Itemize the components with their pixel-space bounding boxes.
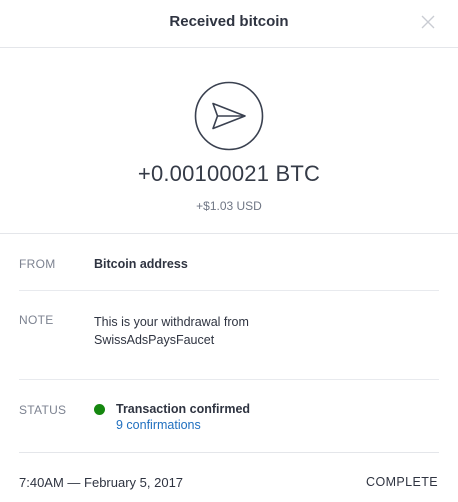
from-row: FROM Bitcoin address <box>19 234 439 291</box>
btc-amount: +0.00100021 BTC <box>137 161 321 186</box>
note-line-1: This is your withdrawal from <box>94 315 249 329</box>
amount-summary: +0.00100021 BTC +$1.03 USD <box>0 48 458 234</box>
status-row: STATUS Transaction confirmed 9 confirmat… <box>19 380 439 453</box>
send-arrow-icon <box>194 81 264 151</box>
transaction-datetime: 7:40AM — February 5, 2017 <box>19 475 184 490</box>
close-icon[interactable] <box>421 15 435 29</box>
note-label: NOTE <box>19 313 54 327</box>
modal-footer: 7:40AM — February 5, 2017 COMPLETE <box>0 453 458 502</box>
from-value: Bitcoin address <box>94 257 188 271</box>
modal-title: Received bitcoin <box>169 13 289 30</box>
status-value: Transaction confirmed <box>116 402 251 416</box>
from-label: FROM <box>19 257 56 271</box>
usd-amount: +$1.03 USD <box>196 199 262 213</box>
modal-header: Received bitcoin <box>0 0 458 48</box>
note-line-2: SwissAdsPaysFaucet <box>94 333 215 347</box>
status-dot-icon <box>94 404 105 415</box>
note-row: NOTE This is your withdrawal from SwissA… <box>19 291 439 380</box>
transaction-state: COMPLETE <box>366 475 438 489</box>
transaction-detail-modal: Received bitcoin +0.00100021 BTC +$1.03 … <box>0 0 458 502</box>
confirmations-link[interactable]: 9 confirmations <box>116 418 201 432</box>
status-label: STATUS <box>19 403 67 417</box>
note-value: This is your withdrawal from SwissAdsPay… <box>94 313 354 349</box>
